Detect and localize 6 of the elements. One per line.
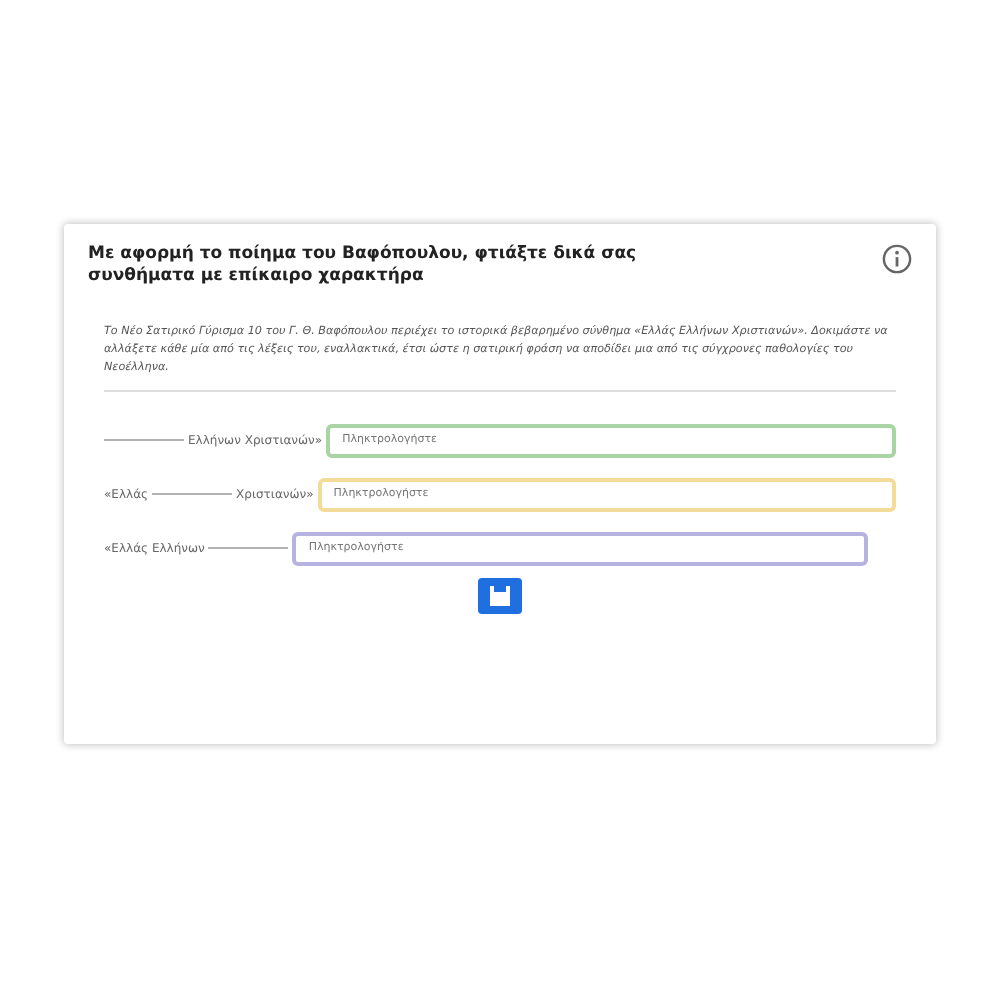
info-icon[interactable] [882, 244, 912, 274]
save-button[interactable] [478, 577, 522, 614]
blank-line [152, 490, 233, 499]
card-title: Με αφορμή το ποίημα του Βαφόπουλου, φτιάξτε δικά σας συνθήματα με επίκαιρο χαρακτήρα [88, 244, 639, 289]
blank-line [208, 544, 289, 553]
blank-line [104, 436, 184, 445]
